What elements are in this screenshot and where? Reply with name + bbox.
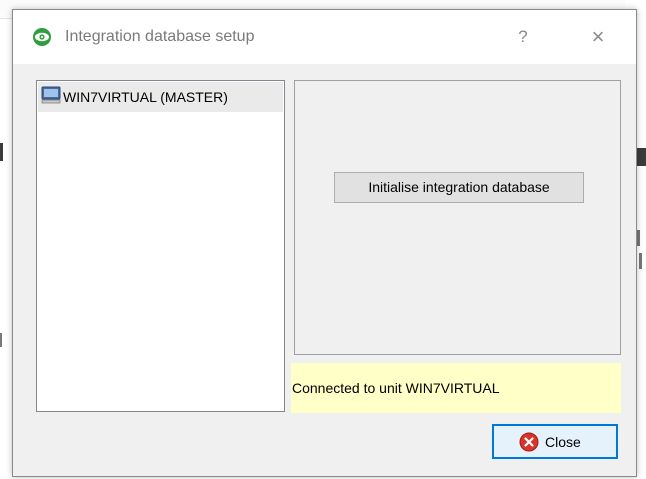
title-bar[interactable]: Integration database setup ? × [13, 10, 636, 64]
unit-list-item[interactable]: WIN7VIRTUAL (MASTER) [38, 82, 283, 112]
close-button-label: Close [545, 434, 581, 450]
status-text: Connected to unit WIN7VIRTUAL [292, 380, 500, 396]
background-window-fragment [637, 148, 646, 166]
help-button[interactable]: ? [498, 19, 548, 55]
close-circle-icon [519, 432, 539, 452]
unit-list-item-label: WIN7VIRTUAL (MASTER) [63, 89, 228, 105]
background-window-fragment [0, 333, 2, 347]
close-button[interactable]: Close [492, 424, 618, 459]
computer-icon [41, 86, 61, 104]
actions-group-box: Initialise integration database [294, 80, 621, 355]
initialise-database-button[interactable]: Initialise integration database [334, 172, 584, 203]
status-bar: Connected to unit WIN7VIRTUAL [291, 363, 621, 413]
integration-database-dialog: Integration database setup ? × WIN7VIRTU… [12, 9, 637, 477]
screen: Integration database setup ? × WIN7VIRTU… [0, 0, 646, 479]
background-window-fragment [639, 253, 642, 269]
background-window-fragment [0, 143, 3, 161]
unit-list[interactable]: WIN7VIRTUAL (MASTER) [36, 80, 285, 412]
eye-icon [33, 28, 51, 46]
window-close-button[interactable]: × [573, 19, 623, 55]
background-window-fragment [637, 230, 640, 246]
dialog-title: Integration database setup [65, 28, 255, 45]
